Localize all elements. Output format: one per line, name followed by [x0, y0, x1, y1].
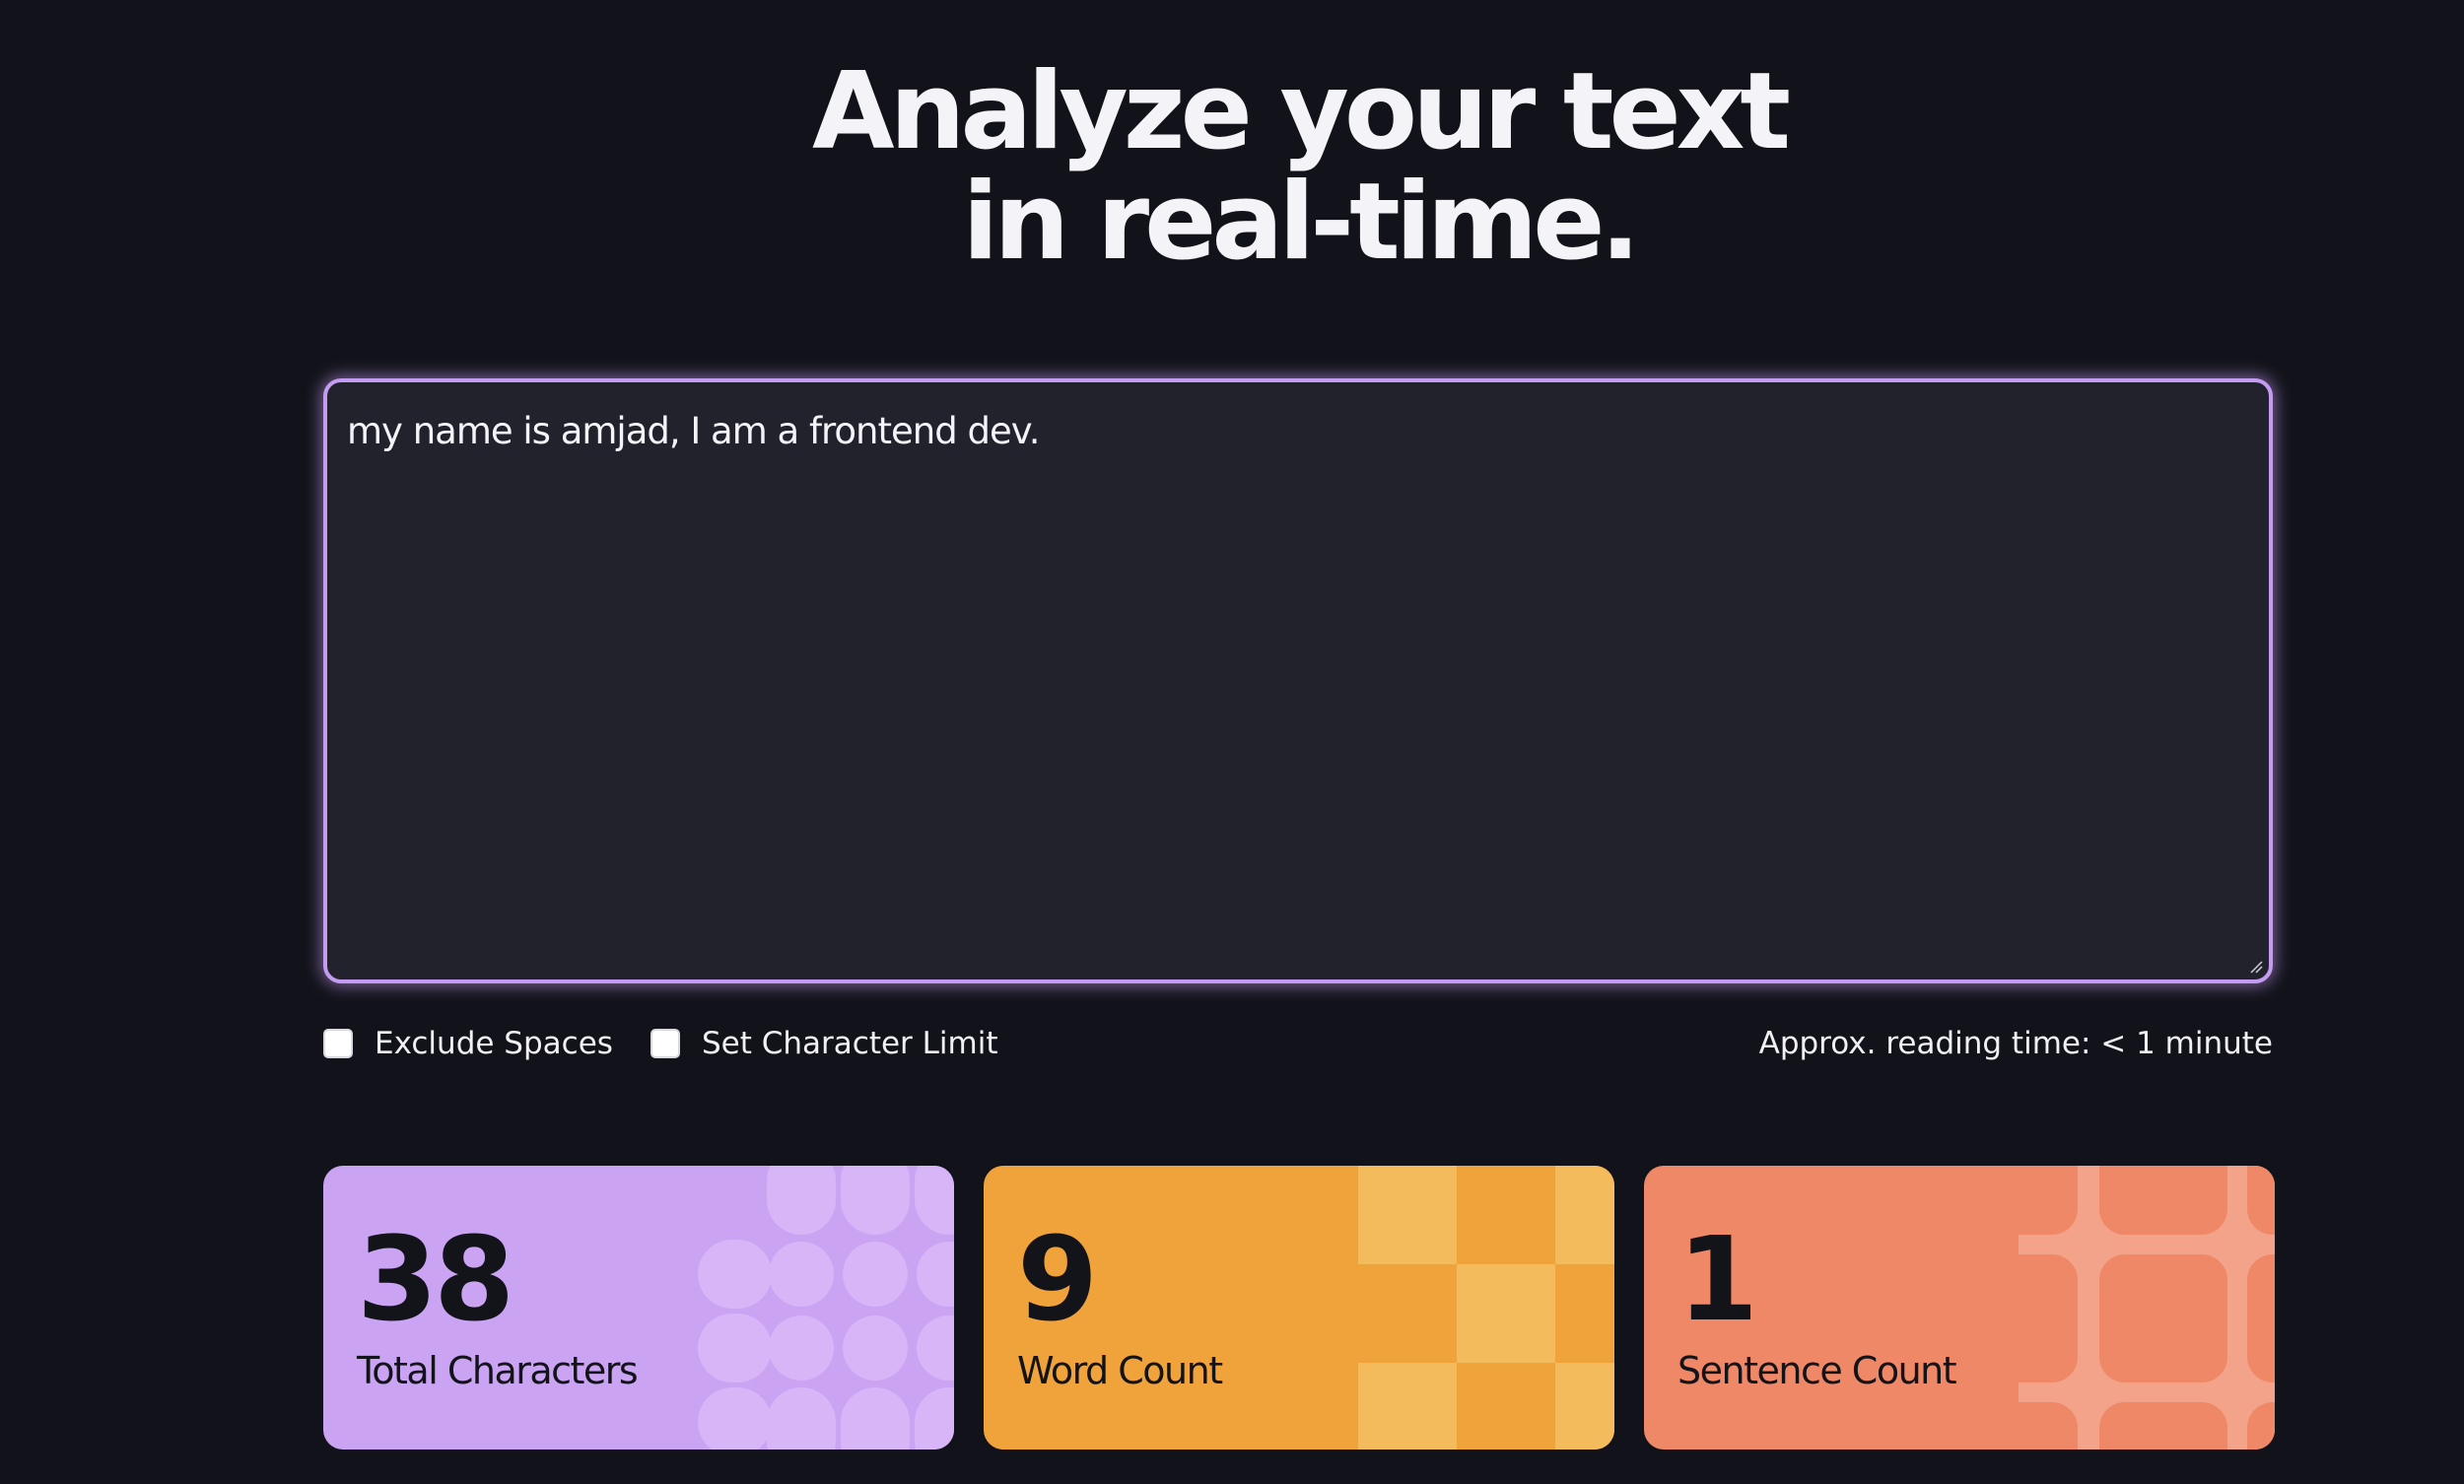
page-title: Analyze your text in real-time. — [0, 57, 2464, 278]
checker-pattern-icon — [1358, 1166, 1614, 1450]
text-input-area[interactable]: my name is amjad, I am a frontend dev. — [323, 378, 2273, 983]
stat-card-sentence-count: 1 Sentence Count — [1644, 1166, 2275, 1450]
grid-pattern-icon — [2019, 1166, 2275, 1450]
resize-handle-icon[interactable] — [2249, 960, 2263, 974]
text-analyzer-page: Analyze your text in real-time. my name … — [0, 0, 2464, 1484]
word-count-value: 9 — [1017, 1211, 1098, 1347]
word-count-label: Word Count — [1017, 1349, 1223, 1392]
character-limit-option[interactable]: Set Character Limit — [650, 1021, 998, 1066]
exclude-spaces-label: Exclude Spaces — [375, 1026, 613, 1061]
circle-pattern-icon — [698, 1166, 954, 1450]
total-characters-value: 38 — [357, 1211, 514, 1347]
sentence-count-value: 1 — [1677, 1211, 1758, 1347]
page-title-line-2: in real-time. — [962, 161, 1640, 284]
stat-card-total-characters: 38 Total Characters — [323, 1166, 954, 1450]
exclude-spaces-checkbox[interactable] — [323, 1029, 353, 1058]
reading-time: Approx. reading time: < 1 minute — [1758, 1026, 2273, 1061]
character-limit-label: Set Character Limit — [702, 1026, 998, 1061]
options-bar: Exclude Spaces Set Character Limit Appro… — [323, 1021, 2273, 1066]
exclude-spaces-option[interactable]: Exclude Spaces — [323, 1021, 613, 1066]
character-limit-checkbox[interactable] — [650, 1029, 680, 1058]
sentence-count-label: Sentence Count — [1677, 1349, 1957, 1392]
total-characters-label: Total Characters — [357, 1349, 639, 1392]
page-title-line-1: Analyze your text — [812, 50, 1791, 173]
stat-card-word-count: 9 Word Count — [984, 1166, 1614, 1450]
text-input-value: my name is amjad, I am a frontend dev. — [347, 410, 1040, 452]
